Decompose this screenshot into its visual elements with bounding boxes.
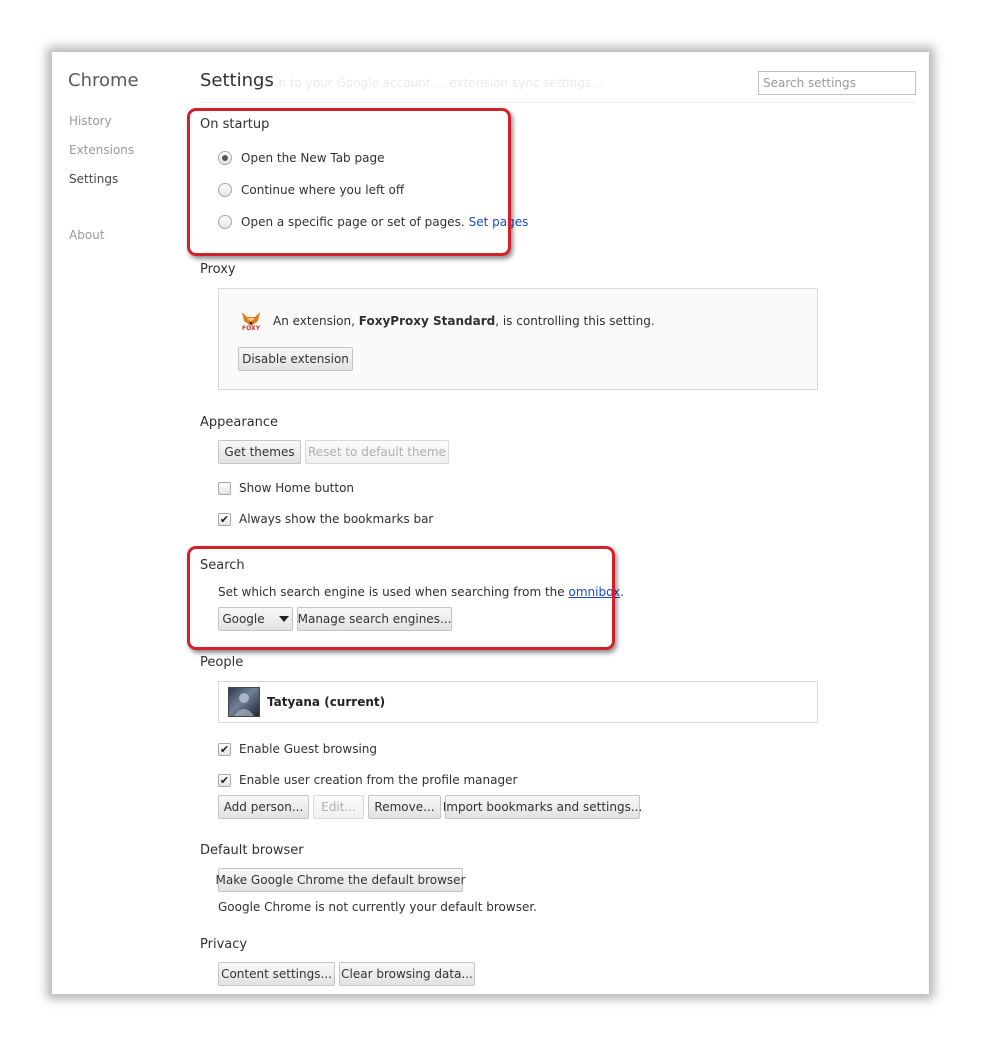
show-home-button-row[interactable]: Show Home button	[218, 480, 354, 496]
set-pages-link[interactable]: Set pages	[469, 215, 529, 229]
page-title: Settings	[200, 70, 274, 91]
section-title-search: Search	[200, 558, 245, 573]
startup-option-label: Open a specific page or set of pages.	[241, 215, 465, 229]
section-title-appearance: Appearance	[200, 415, 279, 430]
avatar	[228, 687, 260, 717]
radio-unselected-icon[interactable]	[218, 183, 232, 197]
search-engine-select[interactable]: Google	[218, 607, 293, 631]
radio-selected-icon[interactable]	[218, 151, 232, 165]
content-settings-button[interactable]: Content settings...	[218, 962, 335, 986]
user-creation-row[interactable]: ✔ Enable user creation from the profile …	[218, 772, 517, 788]
get-themes-button[interactable]: Get themes	[218, 440, 301, 464]
proxy-controlled-message: An extension, FoxyProxy Standard, is con…	[273, 314, 655, 328]
sidebar-brand: Chrome	[68, 70, 139, 91]
foxyproxy-icon-label: FOXY	[242, 325, 260, 332]
checkbox-checked-icon[interactable]: ✔	[218, 512, 231, 526]
user-creation-label: Enable user creation from the profile ma…	[239, 773, 518, 787]
checkbox-checked-icon[interactable]: ✔	[218, 773, 231, 787]
reset-theme-button[interactable]: Reset to default theme	[305, 440, 449, 464]
proxy-panel: FOXY An extension, FoxyProxy Standard, i…	[218, 288, 818, 390]
search-desc-text: Set which search engine is used when sea…	[218, 585, 565, 599]
section-title-startup: On startup	[200, 117, 270, 132]
bookmarks-bar-row[interactable]: ✔ Always show the bookmarks bar	[218, 511, 433, 527]
header-divider	[200, 102, 915, 103]
remove-person-button[interactable]: Remove...	[368, 795, 441, 819]
search-description: Set which search engine is used when sea…	[218, 585, 624, 599]
startup-option-label: Continue where you left off	[241, 183, 405, 197]
omnibox-link[interactable]: omnibox	[569, 585, 621, 599]
profile-name[interactable]: Tatyana (current)	[267, 695, 385, 709]
section-title-privacy: Privacy	[200, 937, 248, 952]
startup-option-specific-pages[interactable]: Open a specific page or set of pages. Se…	[218, 213, 528, 231]
edit-person-button[interactable]: Edit...	[313, 795, 364, 819]
clear-browsing-data-button[interactable]: Clear browsing data...	[339, 962, 475, 986]
startup-option-continue[interactable]: Continue where you left off	[218, 181, 404, 199]
proxy-extension-name: FoxyProxy Standard	[358, 314, 496, 328]
proxy-text-before: An extension,	[273, 314, 355, 328]
section-title-people: People	[200, 655, 244, 670]
search-engine-value: Google	[222, 612, 265, 626]
proxy-text-after: , is controlling this setting.	[495, 314, 655, 328]
settings-window: Chrome History Extensions Settings About…	[52, 52, 929, 994]
sidebar-item-about[interactable]: About	[69, 228, 104, 242]
show-home-label: Show Home button	[239, 481, 355, 495]
import-bookmarks-button[interactable]: Import bookmarks and settings...	[443, 795, 642, 819]
section-title-default-browser: Default browser	[200, 843, 304, 858]
startup-option-label: Open the New Tab page	[241, 151, 385, 165]
disable-extension-button[interactable]: Disable extension	[238, 347, 353, 371]
radio-unselected-icon[interactable]	[218, 215, 232, 229]
sidebar-item-settings[interactable]: Settings	[69, 172, 118, 186]
add-person-button[interactable]: Add person...	[218, 795, 309, 819]
default-browser-status: Google Chrome is not currently your defa…	[218, 900, 537, 914]
foxyproxy-icon: FOXY	[239, 309, 263, 333]
search-desc-end: .	[620, 585, 624, 599]
chevron-down-icon	[278, 616, 289, 622]
sidebar-item-history[interactable]: History	[69, 114, 112, 128]
guest-browsing-label: Enable Guest browsing	[239, 742, 377, 756]
section-title-proxy: Proxy	[200, 262, 236, 277]
bookmarks-bar-label: Always show the bookmarks bar	[239, 512, 434, 526]
make-default-browser-button[interactable]: Make Google Chrome the default browser	[216, 868, 466, 892]
checkbox-unchecked-icon[interactable]	[218, 481, 231, 495]
header-ghost-text: ...n to your Google account ... extensio…	[267, 76, 603, 90]
search-settings-input[interactable]	[758, 71, 916, 95]
profile-list: Tatyana (current)	[218, 681, 818, 723]
guest-browsing-row[interactable]: ✔ Enable Guest browsing	[218, 741, 377, 757]
manage-search-engines-button[interactable]: Manage search engines...	[297, 607, 452, 631]
checkbox-checked-icon[interactable]: ✔	[218, 742, 231, 756]
sidebar-item-extensions[interactable]: Extensions	[69, 143, 134, 157]
startup-option-new-tab[interactable]: Open the New Tab page	[218, 149, 384, 167]
